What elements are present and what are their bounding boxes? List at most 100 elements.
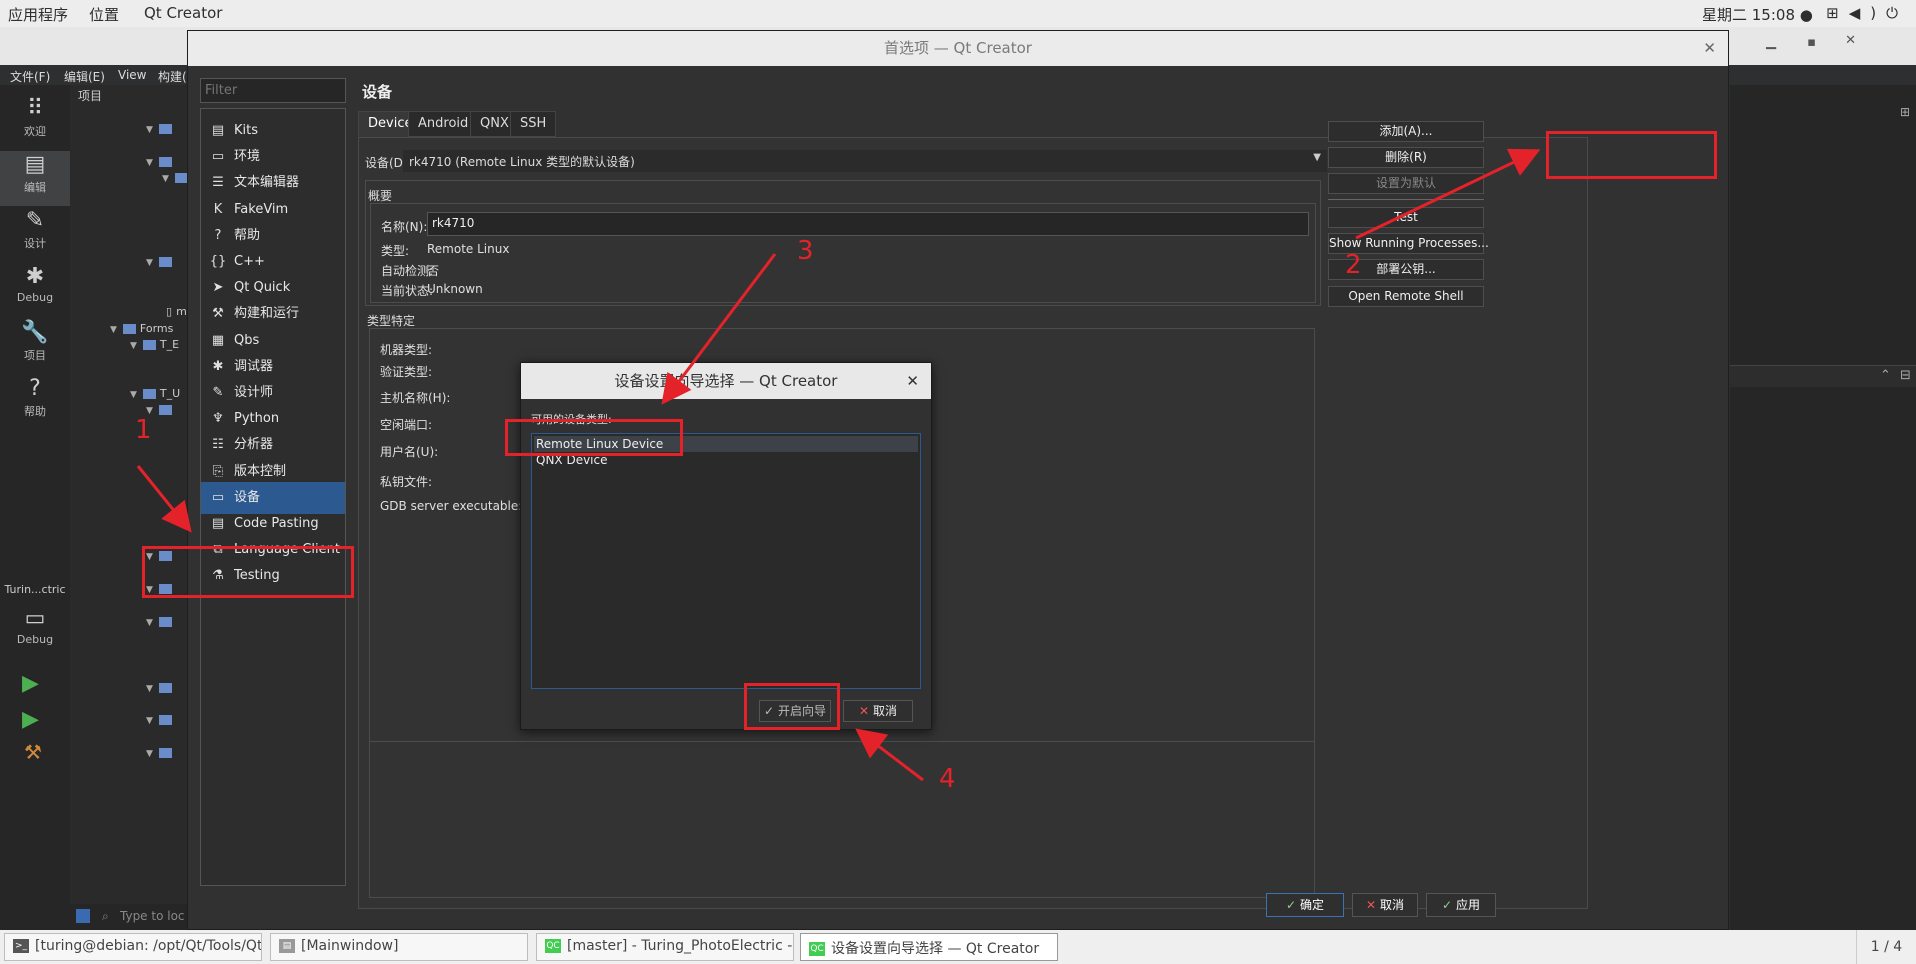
add-device-button[interactable]: 添加(A)... <box>1328 121 1484 142</box>
close-icon[interactable]: ✕ <box>906 363 919 399</box>
ok-button[interactable]: ✓ 确定 <box>1266 893 1344 917</box>
tree-row[interactable]: ▼ <box>146 713 176 733</box>
tree-row[interactable]: ▼ <box>146 746 176 766</box>
panel-icon[interactable]: ⊟ <box>1900 368 1911 383</box>
annotation-number-4: 4 <box>939 764 956 794</box>
category-label: 环境 <box>234 149 261 165</box>
workspace-pager[interactable]: 1 / 4 <box>1856 930 1916 964</box>
mode-label: 帮助 <box>24 405 46 418</box>
pen-icon: ✎ <box>25 208 45 233</box>
task-label: [Mainwindow] <box>301 938 399 954</box>
split-icon[interactable]: ⊞ <box>1900 105 1910 119</box>
tab-android[interactable]: Android <box>408 111 479 137</box>
overview-frame: 名称(N): rk4710 类型: Remote Linux 自动检测: 否 当… <box>370 203 1316 303</box>
wizard-title: 设备设置向导选择 — Qt Creator <box>614 372 838 390</box>
menu-edit[interactable]: 编辑(E) <box>64 68 105 85</box>
menu-build[interactable]: 构建( <box>158 68 187 85</box>
type-specific-lower <box>369 742 1315 898</box>
taskbar: >_ [turing@debian: /opt/Qt/Tools/Qt... ▤ [… <box>0 930 1916 964</box>
tree-row[interactable]: ▼ <box>146 122 176 142</box>
task-mainwindow[interactable]: ▤ [Mainwindow] <box>270 933 528 961</box>
device-combobox[interactable]: rk4710 (Remote Linux 类型的默认设备) ▼ <box>403 150 1327 172</box>
menu-file[interactable]: 文件(F) <box>10 68 50 85</box>
open-shell-button[interactable]: Open Remote Shell <box>1328 286 1484 307</box>
set-default-button[interactable]: 设置为默认 <box>1328 173 1484 194</box>
overview-title: 概要 <box>368 189 393 203</box>
monitor-icon: ▭ <box>24 606 46 631</box>
tree-label: T_U <box>159 387 181 400</box>
task-wizard[interactable]: QC 设备设置向导选择 — Qt Creator <box>800 933 1058 961</box>
mode-welcome[interactable]: ⠿ 欢迎 <box>0 95 70 150</box>
category-label: Qt Quick <box>234 280 291 296</box>
task-terminal[interactable]: >_ [turing@debian: /opt/Qt/Tools/Qt... <box>4 933 262 961</box>
cancel-label: 取消 <box>1380 898 1405 912</box>
mode-debug[interactable]: ✱ Debug <box>0 263 70 318</box>
annotation-number-1: 1 <box>135 415 152 445</box>
locator-input[interactable]: Type to loc <box>120 909 185 923</box>
cancel-button[interactable]: ✕ 取消 <box>1352 893 1418 917</box>
apply-button[interactable]: ✓ 应用 <box>1426 893 1496 917</box>
name-field[interactable]: rk4710 <box>427 212 1309 236</box>
menu-view[interactable]: View <box>118 68 146 82</box>
mode-edit[interactable]: ▤ 编辑 <box>0 151 70 206</box>
kit-name: Turin...ctric <box>4 583 66 596</box>
mode-design[interactable]: ✎ 设计 <box>0 207 70 262</box>
tab-ssh[interactable]: SSH <box>510 111 557 137</box>
mode-help[interactable]: ? 帮助 <box>0 375 70 430</box>
clock[interactable]: 星期二 15:08 ● <box>1702 4 1813 25</box>
category-label: 设计师 <box>234 385 274 400</box>
type-label: 类型: <box>381 244 410 258</box>
kit-mode-label: Debug <box>16 633 54 646</box>
system-tray[interactable]: ⊞◀)⏻ <box>1826 4 1908 22</box>
minimize-icon[interactable]: ▁ <box>1766 35 1776 50</box>
mode-label: 项目 <box>24 349 46 362</box>
autodetect-value: 否 <box>427 264 440 278</box>
app-menu[interactable]: Qt Creator <box>144 4 222 22</box>
help-icon: ? <box>29 376 41 401</box>
project-label: 项目 <box>78 89 103 103</box>
search-icon: ⌕ <box>102 909 109 923</box>
preferences-title: 首选项 — Qt Creator <box>884 39 1032 57</box>
tree-row[interactable]: ▼ <box>146 255 176 275</box>
preferences-titlebar: 首选项 — Qt Creator ✕ <box>188 31 1728 66</box>
close-icon[interactable]: ✕ <box>1845 33 1856 48</box>
maximize-icon[interactable]: ▪ <box>1807 35 1816 50</box>
places-menu[interactable]: 位置 <box>89 4 119 25</box>
sidebar-toggle-icon[interactable] <box>76 909 90 923</box>
run-icon[interactable]: ▶ <box>22 671 39 696</box>
mode-projects[interactable]: 🔧 项目 <box>0 319 70 374</box>
device-combobox-value: rk4710 (Remote Linux 类型的默认设备) <box>409 155 635 169</box>
debug-run-icon[interactable]: ▶ <box>22 707 39 732</box>
filter-input[interactable] <box>200 78 346 103</box>
network-icon[interactable]: ⊞ <box>1826 4 1849 22</box>
annotation-box-remote-linux <box>505 419 683 456</box>
chevron-up-icon[interactable]: ⌃ <box>1880 368 1891 383</box>
volume-icon[interactable]: ◀) <box>1849 4 1886 22</box>
chevron-down-icon: ▼ <box>1313 152 1321 163</box>
tree-row[interactable]: ▼ <box>146 681 176 701</box>
wizard-cancel-button[interactable]: ✕ 取消 <box>843 700 913 722</box>
test-button[interactable]: Test <box>1328 207 1484 228</box>
wizard-titlebar: 设备设置向导选择 — Qt Creator ✕ <box>521 363 931 399</box>
annotation-number-3: 3 <box>797 236 814 266</box>
gdb-server-label: GDB server executable: <box>380 499 523 513</box>
build-icon[interactable]: ⚒ <box>24 740 42 764</box>
free-ports-label: 空闲端口: <box>380 418 433 432</box>
tree-row[interactable]: ▼ <box>146 615 176 635</box>
edit-icon: ▤ <box>24 152 46 177</box>
task-qtcreator[interactable]: QC [master] - Turing_PhotoElectric - ... <box>536 933 794 961</box>
device-type-list: Remote Linux Device QNX Device <box>531 433 921 689</box>
locator-bar: ⌕ Type to loc <box>70 904 188 930</box>
applications-menu[interactable]: 应用程序 <box>8 4 68 25</box>
remove-device-button[interactable]: 删除(R) <box>1328 147 1484 168</box>
type-specific-title: 类型特定 <box>367 314 416 328</box>
check-icon: ✓ <box>1285 898 1297 912</box>
mode-label: 编辑 <box>24 181 46 194</box>
mode-label: 欢迎 <box>24 125 46 138</box>
tree-row[interactable]: ▼ T_E <box>130 338 179 358</box>
kit-selector[interactable]: ▭ Debug <box>0 605 70 660</box>
category-label: Qbs <box>234 332 260 348</box>
power-icon[interactable]: ⏻ <box>1886 4 1908 22</box>
close-icon[interactable]: ✕ <box>1703 31 1716 66</box>
terminal-icon: >_ <box>13 939 29 953</box>
